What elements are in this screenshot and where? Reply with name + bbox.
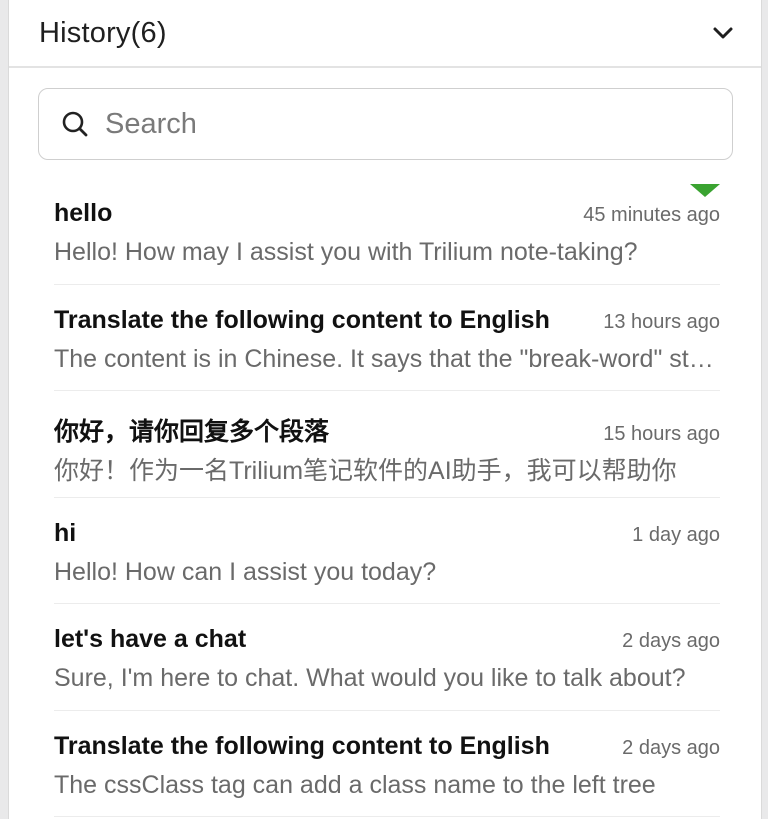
search-box[interactable] [38,88,733,160]
history-item-preview: Hello! How may I assist you with Trilium… [54,238,638,266]
history-item-preview: Hello! How can I assist you today? [54,557,437,586]
history-item-time: 13 hours ago [603,310,720,333]
history-title: History(6) [39,16,167,49]
history-item-time: 1 day ago [632,523,720,546]
search-icon [61,110,89,138]
history-item-time: 45 minutes ago [583,204,720,226]
history-item-time: 2 days ago [622,736,720,759]
history-item-preview: The cssClass tag can add a class name to… [54,770,656,799]
history-item[interactable]: Translate the following content to Engli… [54,285,720,391]
history-item-header: Translate the following content to Engli… [54,306,720,335]
history-item-time: 2 days ago [622,630,720,652]
history-item[interactable]: hi 1 day ago Hello! How can I assist you t… [54,498,720,604]
history-item[interactable]: let's have a chat 2 days ago Sure, I'm her… [54,604,720,711]
history-panel: History(6) hello 45 minutes ago Hello! How… [8,0,762,819]
history-item-title: hello [54,199,113,227]
history-item-header: let's have a chat 2 days ago [54,625,720,654]
history-list: hello 45 minutes ago Hello! How may I assi… [54,178,720,817]
history-item-title: 你好，请你回复多个段落 [54,418,330,446]
history-item-title: Translate the following content to Engli… [54,731,550,760]
history-item-header: Translate the following content to Engli… [54,732,720,761]
history-item-preview: Sure, I'm here to chat. What would you l… [54,664,686,692]
history-item-title: Translate the following content to Engli… [54,305,550,334]
chevron-down-icon[interactable] [709,19,737,47]
history-item-preview: The content is in Chinese. It says that … [54,344,720,373]
history-item[interactable]: hello 45 minutes ago Hello! How may I assi… [54,178,720,285]
search-input[interactable] [103,106,732,142]
history-item[interactable]: 你好，请你回复多个段落 15 hours ago 你好！作为一名Trilium笔记软… [54,391,720,498]
history-item-title: let's have a chat [54,625,247,653]
history-header[interactable]: History(6) [9,0,761,68]
history-item-title: hi [54,518,77,547]
history-item[interactable]: Translate the following content to Engli… [54,711,720,817]
active-marker-icon [690,184,720,197]
history-item-time: 15 hours ago [603,423,720,445]
history-item-header: hi 1 day ago [54,519,720,548]
history-item-preview: 你好！作为一名Trilium笔记软件的AI助手，我可以帮助你 [54,457,677,485]
history-item-header: 你好，请你回复多个段落 15 hours ago [54,412,720,448]
history-item-header: hello 45 minutes ago [54,199,720,228]
